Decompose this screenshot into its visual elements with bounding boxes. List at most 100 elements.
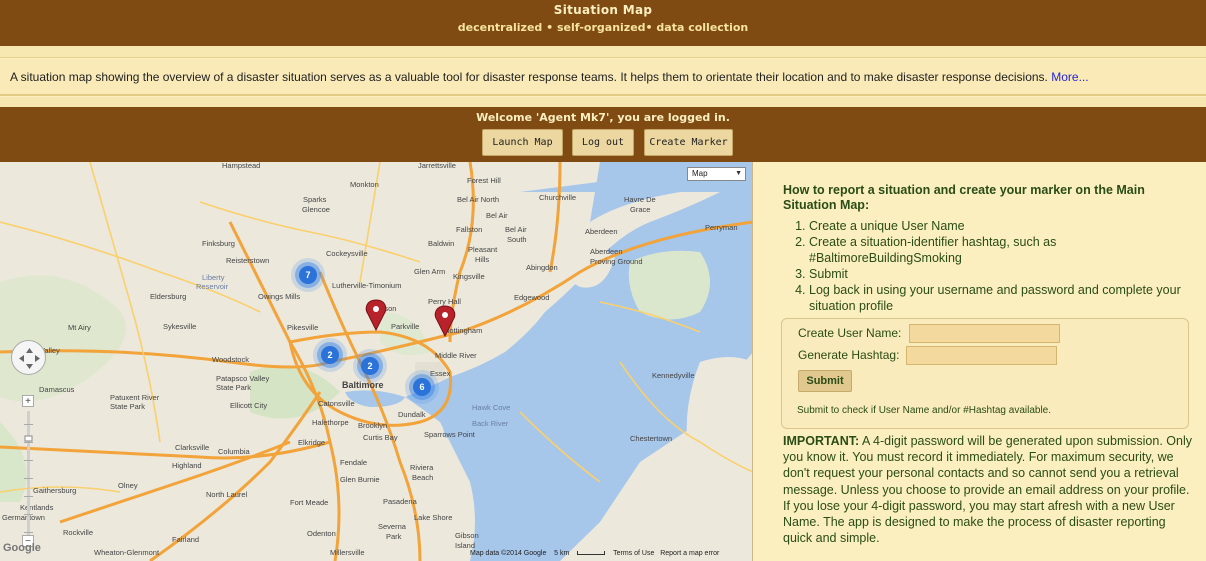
important-text: A 4-digit password will be generated upo… [783, 434, 1192, 546]
map-type-value: Map [692, 169, 708, 178]
instruction-step: Create a situation-identifier hashtag, s… [809, 234, 1189, 266]
situation-map[interactable]: Hampstead Jarrettsville Forest Hill Monk… [0, 162, 753, 561]
svg-text:Essex: Essex [430, 369, 451, 378]
svg-text:Pikesville: Pikesville [287, 323, 318, 332]
pan-control[interactable] [11, 340, 46, 375]
svg-text:Eldersburg: Eldersburg [150, 292, 186, 301]
welcome-message: Welcome 'Agent Mk7', you are logged in. [476, 111, 730, 124]
svg-text:Riviera: Riviera [410, 463, 434, 472]
marker-cluster[interactable]: 6 [413, 378, 431, 396]
report-error-link[interactable]: Report a map error [660, 550, 719, 557]
app-header: Situation Map decentralized • self-organ… [0, 0, 1206, 46]
svg-text:Beach: Beach [412, 473, 433, 482]
header-separator [0, 46, 1206, 58]
svg-text:Woodstock: Woodstock [212, 355, 249, 364]
marker-cluster[interactable]: 7 [299, 266, 317, 284]
svg-text:Back River: Back River [472, 419, 509, 428]
important-label: IMPORTANT: [783, 434, 860, 448]
marker-cluster[interactable]: 2 [361, 357, 379, 375]
svg-text:Curtis Bay: Curtis Bay [363, 433, 398, 442]
instruction-step: Submit [809, 266, 1189, 282]
hashtag-label: Generate Hashtag: [798, 348, 900, 362]
svg-text:Havre De: Havre De [624, 195, 656, 204]
svg-text:Damascus: Damascus [39, 385, 75, 394]
svg-text:Edgewood: Edgewood [514, 293, 549, 302]
svg-text:Perry Hall: Perry Hall [428, 297, 461, 306]
svg-text:Middle River: Middle River [435, 351, 477, 360]
map-footer: Map data ©2014 Google 5 km Terms of Use … [470, 550, 719, 557]
svg-text:Dundalk: Dundalk [398, 410, 426, 419]
signup-form: Create User Name: Generate Hashtag: Subm… [781, 318, 1189, 429]
username-label: Create User Name: [798, 326, 902, 340]
username-input[interactable] [909, 324, 1060, 343]
map-scale: 5 km [554, 550, 570, 557]
svg-text:Catonsville: Catonsville [318, 399, 355, 408]
svg-text:Jarrettsville: Jarrettsville [418, 162, 456, 170]
marker-cluster[interactable]: 2 [321, 346, 339, 364]
instruction-step: Create a unique User Name [809, 218, 1189, 234]
google-logo: Google [3, 542, 41, 554]
svg-text:Millersville: Millersville [330, 548, 365, 557]
zoom-slider[interactable] [24, 396, 33, 546]
svg-text:Odenton: Odenton [307, 529, 336, 538]
launch-map-button[interactable]: Launch Map [482, 129, 563, 156]
svg-text:Brooklyn: Brooklyn [358, 421, 387, 430]
app-title: Situation Map [553, 3, 653, 17]
svg-text:Lutherville-Timonium: Lutherville-Timonium [332, 281, 401, 290]
chevron-down-icon: ▼ [735, 170, 742, 177]
svg-text:Ellicott City: Ellicott City [230, 401, 267, 410]
svg-text:Island: Island [455, 541, 475, 550]
svg-text:Clarksville: Clarksville [175, 443, 209, 452]
svg-text:Glen Arm: Glen Arm [414, 267, 445, 276]
svg-text:Baltimore: Baltimore [342, 380, 384, 390]
svg-text:Baldwin: Baldwin [428, 239, 454, 248]
svg-text:Sparks: Sparks [303, 195, 327, 204]
svg-text:Perryman: Perryman [705, 223, 738, 232]
svg-text:Halethorpe: Halethorpe [312, 418, 349, 427]
report-panel: How to report a situation and create you… [753, 162, 1206, 561]
svg-text:State Park: State Park [110, 402, 145, 411]
svg-text:Abingdon: Abingdon [526, 263, 558, 272]
svg-text:Aberdeen: Aberdeen [585, 227, 618, 236]
more-link[interactable]: More... [1051, 70, 1088, 84]
submit-button[interactable]: Submit [798, 370, 852, 392]
map-attribution: Map data ©2014 Google [470, 550, 547, 557]
svg-text:Pasadena: Pasadena [383, 497, 418, 506]
svg-text:Cockeysville: Cockeysville [326, 249, 368, 258]
svg-text:Hawk Cove: Hawk Cove [472, 403, 510, 412]
availability-note: Submit to check if User Name and/or #Has… [797, 405, 1052, 416]
svg-text:Olney: Olney [118, 481, 138, 490]
svg-text:Parkville: Parkville [391, 322, 419, 331]
svg-text:Pleasant: Pleasant [468, 245, 498, 254]
svg-text:Mt Airy: Mt Airy [68, 323, 91, 332]
svg-text:Fendale: Fendale [340, 458, 367, 467]
svg-text:Severna: Severna [378, 522, 407, 531]
svg-text:Grace: Grace [630, 205, 650, 214]
svg-text:Hampstead: Hampstead [222, 162, 260, 170]
create-marker-button[interactable]: Create Marker [644, 129, 733, 156]
svg-text:Gaithersburg: Gaithersburg [33, 486, 76, 495]
svg-text:Liberty: Liberty [202, 273, 225, 282]
terms-link[interactable]: Terms of Use [613, 550, 654, 557]
hashtag-input[interactable] [906, 346, 1057, 365]
svg-text:Owings Mills: Owings Mills [258, 292, 300, 301]
log-out-button[interactable]: Log out [572, 129, 634, 156]
instructions-list: Create a unique User Name Create a situa… [809, 218, 1189, 314]
svg-text:Sykesville: Sykesville [163, 322, 196, 331]
svg-text:Finksburg: Finksburg [202, 239, 235, 248]
intro-banner: A situation map showing the overview of … [0, 59, 1206, 96]
svg-text:Sparrows Point: Sparrows Point [424, 430, 476, 439]
app-subtitle: decentralized • self-organized• data col… [457, 21, 749, 34]
welcome-bar: Welcome 'Agent Mk7', you are logged in. … [0, 107, 1206, 162]
map-type-select[interactable]: Map ▼ [687, 167, 746, 181]
svg-text:Chestertown: Chestertown [630, 434, 672, 443]
svg-text:Reisterstown: Reisterstown [226, 256, 269, 265]
zoom-track-icon [24, 411, 33, 541]
svg-text:Fairland: Fairland [172, 535, 199, 544]
svg-text:Fallston: Fallston [456, 225, 482, 234]
svg-text:Forest Hill: Forest Hill [467, 176, 501, 185]
svg-text:Lake Shore: Lake Shore [414, 513, 452, 522]
svg-text:Wheaton-Glenmont: Wheaton-Glenmont [94, 548, 160, 557]
important-notice: IMPORTANT: A 4-digit password will be ge… [783, 433, 1193, 546]
svg-text:Bel Air: Bel Air [486, 211, 508, 220]
